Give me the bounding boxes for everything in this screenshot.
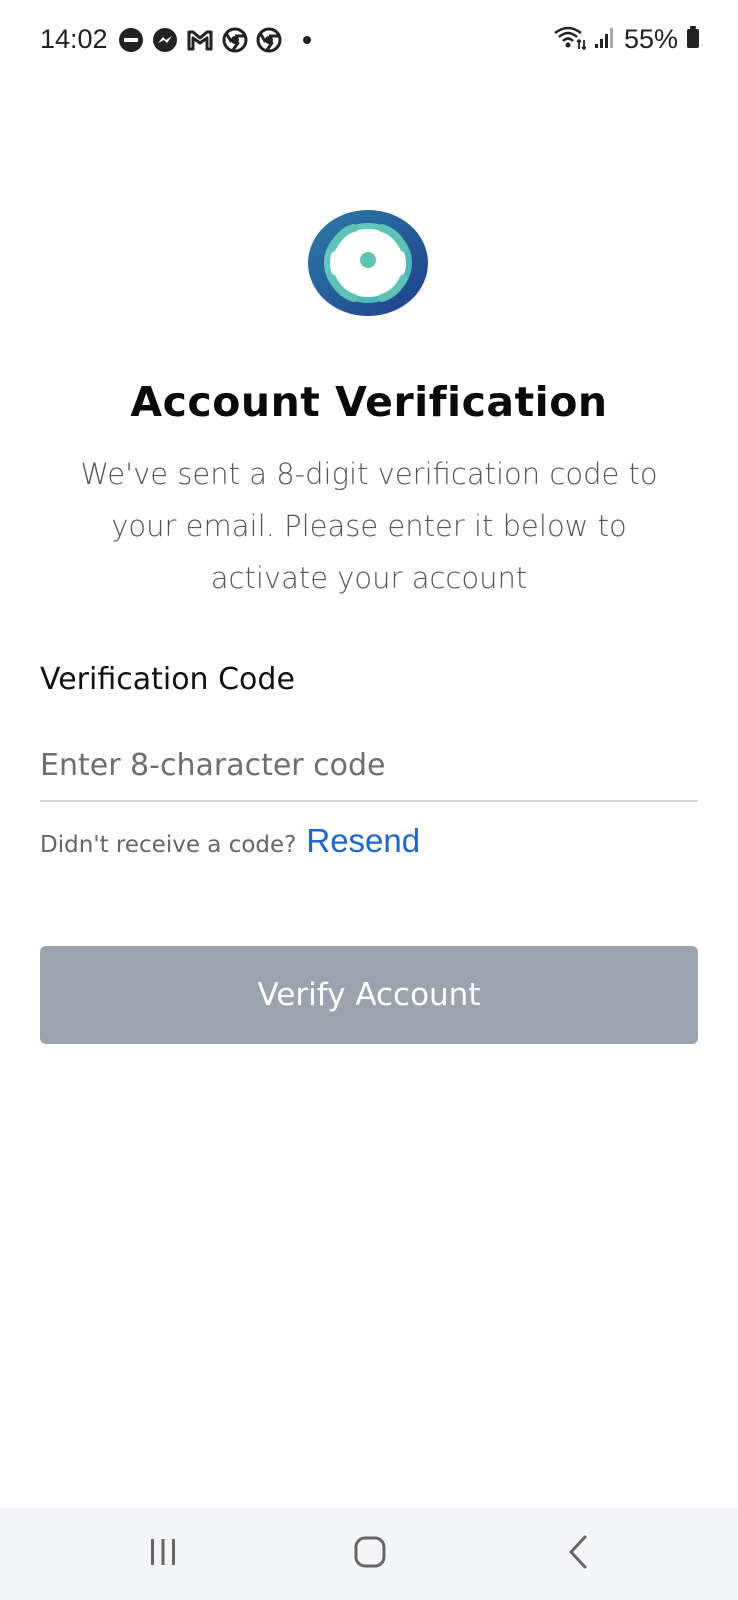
navigation-bar	[0, 1508, 738, 1600]
status-right: 55%	[552, 22, 700, 56]
wifi-icon	[552, 24, 587, 54]
status-bar: 14:02 55%	[0, 0, 738, 80]
more-dot-icon	[302, 35, 312, 45]
verification-code-input[interactable]	[40, 730, 698, 802]
battery-icon	[686, 25, 700, 53]
messenger-icon	[152, 27, 178, 53]
chrome-icon	[256, 27, 282, 53]
resend-link[interactable]: Resend	[306, 822, 420, 860]
app-logo-icon	[306, 208, 430, 318]
do-not-disturb-icon	[118, 27, 144, 53]
signal-icon	[594, 25, 616, 53]
chrome-icon	[222, 27, 248, 53]
back-button[interactable]	[548, 1526, 608, 1582]
verification-screen: 14:02 55% Account Verification We've sen…	[0, 0, 738, 1600]
verification-code-label: Verification Code	[40, 662, 295, 697]
status-time: 14:02	[40, 24, 108, 54]
battery-percent: 55%	[623, 24, 678, 54]
resend-row: Didn't receive a code? Resend	[40, 822, 420, 860]
home-icon	[353, 1535, 387, 1573]
gmail-icon	[186, 28, 214, 52]
recents-button[interactable]	[133, 1526, 193, 1582]
verify-account-button[interactable]: Verify Account	[40, 946, 698, 1044]
notification-icons	[118, 27, 312, 53]
back-icon	[565, 1534, 591, 1574]
page-subtitle: We've sent a 8-digit verification code t…	[80, 457, 658, 595]
resend-prompt: Didn't receive a code?	[40, 832, 297, 858]
home-button[interactable]	[340, 1526, 400, 1582]
page-title: Account Verification	[130, 378, 608, 426]
recents-icon	[146, 1537, 180, 1571]
